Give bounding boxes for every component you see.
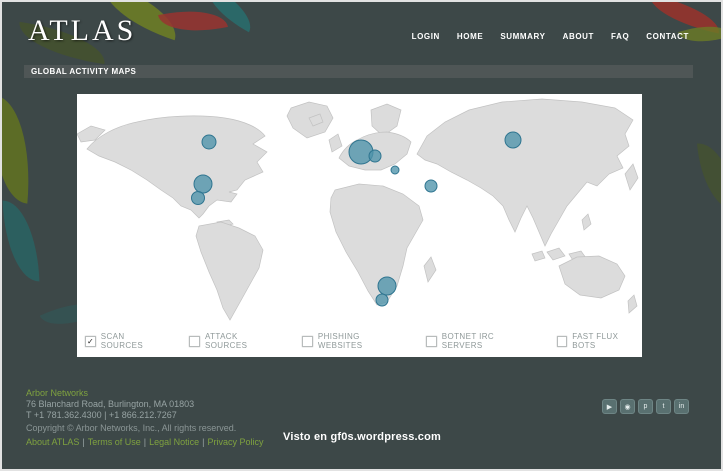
pinterest-icon[interactable]: p bbox=[638, 399, 653, 414]
company-name: Arbor Networks bbox=[26, 388, 263, 399]
section-title-bar: GLOBAL ACTIVITY MAPS bbox=[24, 65, 693, 78]
dribbble-icon[interactable]: ◉ bbox=[620, 399, 635, 414]
map-legend: ✓ SCAN SOURCES ATTACK SOURCES PHISHING W… bbox=[85, 332, 642, 350]
attack-sources-checkbox[interactable] bbox=[189, 336, 200, 347]
legend-item: ATTACK SOURCES bbox=[189, 332, 280, 350]
legend-item: ✓ SCAN SOURCES bbox=[85, 332, 167, 350]
nav-about[interactable]: ABOUT bbox=[563, 32, 594, 41]
world-map bbox=[77, 94, 642, 327]
atlas-logo: ATLAS bbox=[28, 14, 136, 48]
nav-login[interactable]: LOGIN bbox=[412, 32, 440, 41]
global-activity-map-panel: ✓ SCAN SOURCES ATTACK SOURCES PHISHING W… bbox=[77, 94, 642, 357]
privacy-policy-link[interactable]: Privacy Policy bbox=[207, 437, 263, 447]
scan-sources-checkbox[interactable]: ✓ bbox=[85, 336, 96, 347]
footer-links: About ATLAS|Terms of Use|Legal Notice|Pr… bbox=[26, 437, 263, 448]
map-marker-central-europe[interactable] bbox=[369, 150, 381, 162]
legend-label: FAST FLUX BOTS bbox=[572, 332, 642, 350]
nav-summary[interactable]: SUMMARY bbox=[500, 32, 545, 41]
fast-flux-bots-checkbox[interactable] bbox=[557, 336, 568, 347]
nav-faq[interactable]: FAQ bbox=[611, 32, 629, 41]
legend-item: PHISHING WEBSITES bbox=[302, 332, 404, 350]
map-marker-canada[interactable] bbox=[202, 135, 216, 149]
terms-of-use-link[interactable]: Terms of Use bbox=[88, 437, 141, 447]
watermark: Visto en gf0s.wordpress.com bbox=[283, 431, 441, 443]
nav-home[interactable]: HOME bbox=[457, 32, 483, 41]
social-icons: ▶ ◉ p t in bbox=[602, 399, 689, 414]
link-separator: | bbox=[79, 437, 87, 447]
twitter-icon[interactable]: t bbox=[656, 399, 671, 414]
atlas-page: ATLAS LOGIN HOME SUMMARY ABOUT FAQ CONTA… bbox=[0, 0, 723, 471]
map-marker-south-africa-2[interactable] bbox=[376, 294, 388, 306]
company-address: 76 Blanchard Road, Burlington, MA 01803 bbox=[26, 399, 263, 410]
company-phone: T +1 781.362.4300 | +1 866.212.7267 bbox=[26, 410, 263, 421]
map-marker-eastern-europe[interactable] bbox=[391, 166, 399, 174]
map-marker-us-south[interactable] bbox=[192, 192, 205, 205]
legend-label: SCAN SOURCES bbox=[101, 332, 168, 350]
nav-contact[interactable]: CONTACT bbox=[646, 32, 689, 41]
botnet-irc-servers-checkbox[interactable] bbox=[426, 336, 437, 347]
copyright-notice: Copyright © Arbor Networks, Inc., All ri… bbox=[26, 423, 263, 434]
legend-label: BOTNET IRC SERVERS bbox=[442, 332, 535, 350]
youtube-icon[interactable]: ▶ bbox=[602, 399, 617, 414]
legend-item: FAST FLUX BOTS bbox=[557, 332, 642, 350]
legend-label: PHISHING WEBSITES bbox=[318, 332, 404, 350]
map-marker-russia[interactable] bbox=[505, 132, 521, 148]
legend-label: ATTACK SOURCES bbox=[205, 332, 280, 350]
footer: Arbor Networks 76 Blanchard Road, Burlin… bbox=[26, 388, 263, 448]
about-atlas-link[interactable]: About ATLAS bbox=[26, 437, 79, 447]
map-marker-middle-east[interactable] bbox=[425, 180, 437, 192]
legal-notice-link[interactable]: Legal Notice bbox=[149, 437, 199, 447]
continents bbox=[77, 99, 638, 320]
map-marker-us-central[interactable] bbox=[194, 175, 212, 193]
legend-item: BOTNET IRC SERVERS bbox=[426, 332, 534, 350]
map-marker-western-europe[interactable] bbox=[349, 140, 373, 164]
linkedin-icon[interactable]: in bbox=[674, 399, 689, 414]
map-marker-south-africa[interactable] bbox=[378, 277, 396, 295]
link-separator: | bbox=[141, 437, 149, 447]
phishing-websites-checkbox[interactable] bbox=[302, 336, 313, 347]
main-nav: LOGIN HOME SUMMARY ABOUT FAQ CONTACT bbox=[412, 32, 689, 41]
